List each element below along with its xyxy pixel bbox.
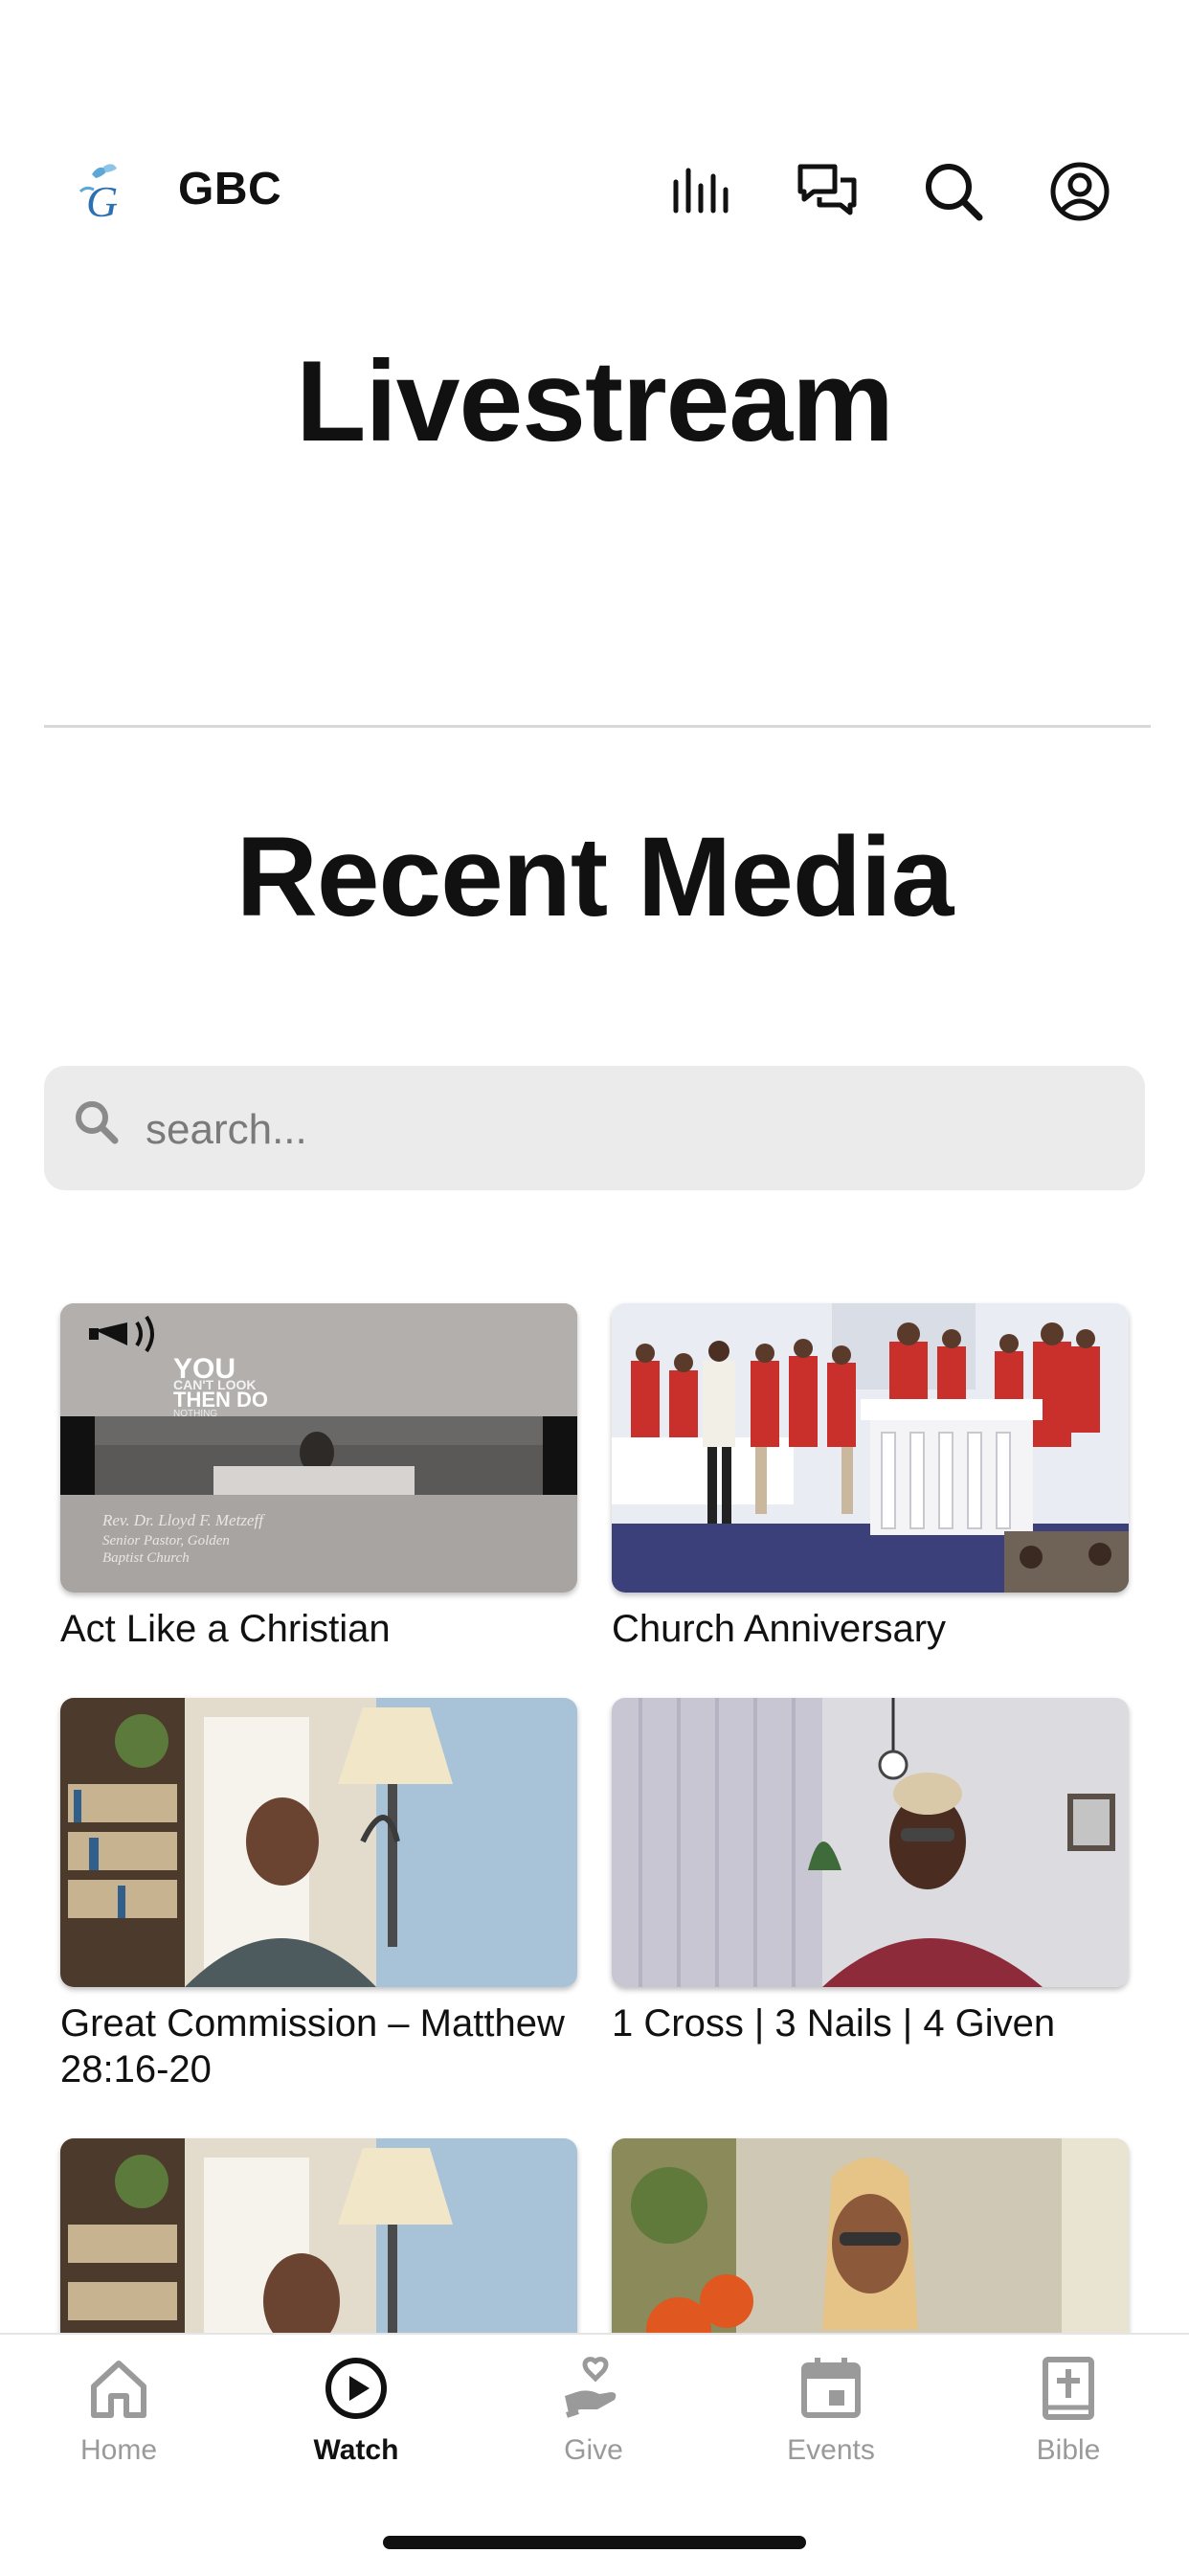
tab-give[interactable]: Give [475,2354,712,2497]
tab-watch-label: Watch [313,2434,399,2466]
home-indicator[interactable] [383,2536,806,2549]
church-logo-icon[interactable]: G [75,159,140,226]
media-thumbnail[interactable] [612,1303,1129,1593]
thumb1-caption1: Rev. Dr. Lloyd F. Metzeff [101,1511,265,1529]
media-thumbnail[interactable]: YOU CAN'T LOOK THEN DO NOTHING Rev. Dr. … [60,1303,577,1593]
tab-home[interactable]: Home [0,2354,237,2497]
tab-watch[interactable]: Watch [237,2354,475,2497]
search-icon[interactable] [915,153,992,230]
bible-icon [1043,2357,1094,2420]
account-icon[interactable] [1042,153,1118,230]
search-input[interactable] [144,1093,1105,1167]
tab-bible[interactable]: Bible [950,2354,1187,2497]
app-header: G GBC [0,134,1189,249]
media-title[interactable]: 1 Cross | 3 Nails | 4 Given [612,2000,1129,2046]
search-bar[interactable] [44,1066,1145,1190]
tab-events-label: Events [787,2434,875,2466]
giving-hand-icon [565,2357,617,2418]
media-thumbnail[interactable] [60,1698,577,1987]
tab-give-label: Give [564,2434,623,2466]
play-circle-icon [325,2358,387,2419]
media-card[interactable]: Church Anniversary [612,1303,1129,1652]
thumb1-line4: NOTHING [173,1409,217,1419]
tab-home-label: Home [79,2434,158,2466]
section-divider [44,725,1151,728]
brand-name: GBC [178,164,282,215]
search-field-icon [71,1096,124,1150]
chat-bubbles-icon[interactable] [789,153,865,230]
page-title: Livestream [296,337,894,465]
svg-text:G: G [86,177,118,224]
media-card[interactable]: 1 Cross | 3 Nails | 4 Given [612,1698,1129,2046]
media-card[interactable]: Great Commission – Matthew 28:16-20 [60,1698,577,2092]
tab-events[interactable]: Events [712,2354,950,2497]
media-card[interactable]: YOU CAN'T LOOK THEN DO NOTHING Rev. Dr. … [60,1303,577,1652]
media-title[interactable]: Great Commission – Matthew 28:16-20 [60,2000,577,2092]
equalizer-icon[interactable] [662,153,739,230]
media-title[interactable]: Act Like a Christian [60,1606,577,1652]
calendar-icon [801,2358,861,2418]
media-title[interactable]: Church Anniversary [612,1606,1129,1652]
media-thumbnail[interactable] [612,1698,1129,1987]
thumb1-caption3: Baptist Church [102,1550,190,1566]
tab-bible-label: Bible [1036,2434,1101,2466]
thumb1-caption2: Senior Pastor, Golden [102,1533,230,1548]
home-icon [91,2361,146,2418]
section-title: Recent Media [236,814,954,940]
